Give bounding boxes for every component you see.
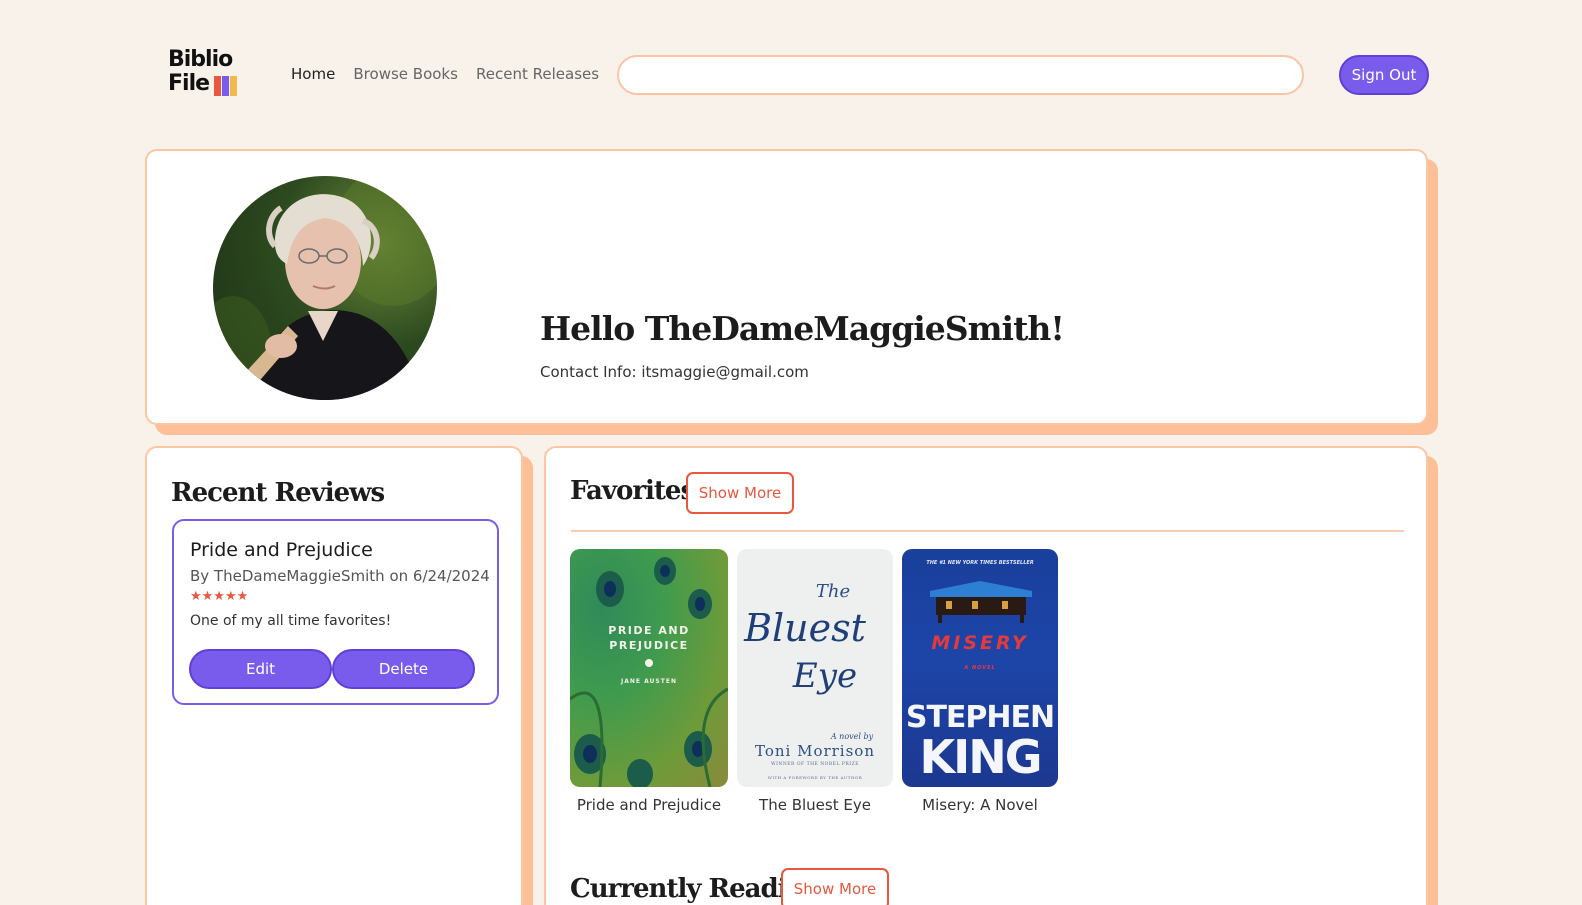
book-cover-misery[interactable]: THE #1 NEW YORK TIMES BESTSELLER MISERY … [902,549,1058,787]
review-item: Pride and Prejudice By TheDameMaggieSmit… [172,519,499,705]
review-book-title[interactable]: Pride and Prejudice [190,539,373,561]
nav-links: Home Browse Books Recent Releases [291,64,612,83]
cover-award: WINNER OF THE NOBEL PRIZE [771,761,859,767]
review-text: One of my all time favorites! [190,613,392,629]
review-meta: By TheDameMaggieSmith on 6/24/2024 [190,567,490,585]
profile-contact-info: Contact Info: itsmaggie@gmail.com [540,363,809,381]
cover-title-line2: PREJUDICE [609,639,688,652]
biblio-file-logo[interactable]: Biblio File [168,48,248,100]
search-input[interactable] [617,55,1304,95]
delete-review-button[interactable]: Delete [332,649,475,689]
misery-cover-art: THE #1 NEW YORK TIMES BESTSELLER MISERY … [906,560,1055,784]
favorites-title: Favorites [570,476,695,506]
book-cover-the-bluest-eye[interactable]: The Bluest Eye A novel by Toni Morrison … [737,549,893,787]
avatar [213,176,437,400]
favorites-card: Favorites Show More PRIDE AND PREJUDICE [544,446,1428,905]
recent-reviews-card: Recent Reviews Pride and Prejudice By Th… [145,446,523,905]
logo-text-line1: Biblio [168,47,233,72]
profile-greeting: Hello TheDameMaggieSmith! [540,309,1065,348]
favorites-show-more-button[interactable]: Show More [686,472,794,514]
currently-reading-show-more-button[interactable]: Show More [781,868,889,905]
cover-author: Toni Morrison [755,742,875,760]
cover-author-last: KING [919,730,1040,784]
navbar: Biblio File Home Browse Books Recent Rel… [0,0,1582,150]
cover-author: JANE AUSTEN [620,678,677,685]
cover-bestseller: THE #1 NEW YORK TIMES BESTSELLER [926,560,1034,566]
favorite-book-pride-and-prejudice[interactable]: PRIDE AND PREJUDICE JANE AUSTEN Pride an… [570,549,728,814]
nav-link-browse-books[interactable]: Browse Books [353,65,458,83]
cover-word-eye: Eye [792,656,857,696]
nav-link-home[interactable]: Home [291,65,335,83]
favorite-book-the-bluest-eye[interactable]: The Bluest Eye A novel by Toni Morrison … [737,549,893,814]
cover-subtitle: A NOVEL [963,665,995,671]
book-title-label[interactable]: The Bluest Eye [737,796,893,814]
avatar-portrait-image [213,176,437,400]
favorite-book-misery[interactable]: THE #1 NEW YORK TIMES BESTSELLER MISERY … [902,549,1058,814]
cover-word-bluest: Bluest [743,606,867,650]
bluest-eye-cover-art: The Bluest Eye A novel by Toni Morrison … [743,581,875,780]
cover-title-line1: PRIDE AND [608,624,689,637]
cover-novel-by: A novel by [830,732,874,741]
nav-link-recent-releases[interactable]: Recent Releases [476,65,599,83]
cover-title: MISERY [931,632,1028,654]
book-cover-pride-and-prejudice[interactable]: PRIDE AND PREJUDICE JANE AUSTEN [570,549,728,787]
edit-review-button[interactable]: Edit [189,649,332,689]
recent-reviews-title: Recent Reviews [171,478,385,508]
book-title-label[interactable]: Misery: A Novel [902,796,1058,814]
sign-out-button[interactable]: Sign Out [1339,55,1429,95]
review-star-rating: ★★★★★ [190,589,249,604]
cover-foreword: WITH A FOREWORD BY THE AUTHOR [768,775,863,780]
cover-word-the: The [816,581,850,602]
profile-card: Hello TheDameMaggieSmith! Contact Info: … [145,149,1428,425]
favorites-divider [571,530,1404,532]
book-title-label[interactable]: Pride and Prejudice [570,796,728,814]
peacock-cover-art: PRIDE AND PREJUDICE JANE AUSTEN [570,557,728,787]
logo-bars-icon [214,76,238,96]
